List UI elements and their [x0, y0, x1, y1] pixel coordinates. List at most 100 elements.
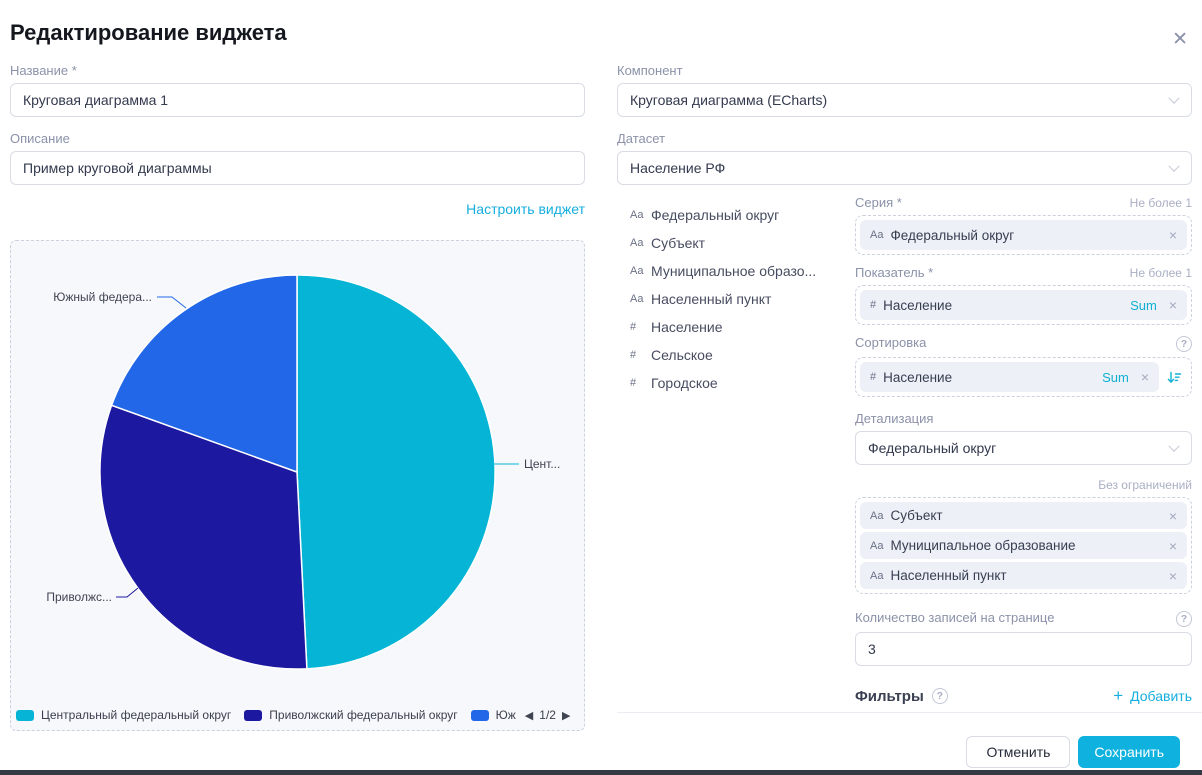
- detail-select[interactable]: Федеральный округ: [855, 431, 1192, 465]
- left-column: Название * Описание Настроить виджет Южн…: [10, 63, 585, 731]
- legend-swatch: [244, 710, 262, 721]
- remove-icon[interactable]: ×: [1169, 297, 1177, 313]
- remove-icon[interactable]: ×: [1141, 369, 1149, 385]
- detail-dropzone[interactable]: Aa Субъект × Aa Муниципальное образовани…: [855, 497, 1192, 594]
- field-type-icon: Aa: [630, 237, 651, 249]
- legend-item[interactable]: Приволжский федеральный округ: [244, 708, 457, 722]
- dialog-title: Редактирование виджета: [10, 20, 287, 46]
- pie-slice[interactable]: [297, 275, 495, 669]
- detail-chip[interactable]: Aa Муниципальное образование ×: [860, 532, 1187, 559]
- remove-icon[interactable]: ×: [1169, 568, 1177, 584]
- legend-next-icon[interactable]: ▶: [562, 709, 570, 722]
- field-item[interactable]: # Население: [630, 313, 855, 341]
- chip-label: Муниципальное образование: [890, 538, 1075, 553]
- legend-page-indicator: 1/2: [539, 708, 556, 722]
- field-type-icon: #: [870, 371, 876, 383]
- pie-chart: Южный федера... Цент... Приволжс...: [11, 241, 584, 730]
- callout-label-volga: Приволжс...: [46, 590, 112, 604]
- field-item[interactable]: # Городское: [630, 369, 855, 397]
- add-filter-button[interactable]: + Добавить: [1113, 686, 1192, 706]
- field-name: Населенный пункт: [651, 291, 771, 307]
- aggregation-tag[interactable]: Sum: [1130, 298, 1157, 313]
- chip-label: Население: [883, 298, 952, 313]
- callout-label-south: Южный федера...: [53, 290, 152, 304]
- legend-item[interactable]: Центральный федеральный округ: [16, 708, 231, 722]
- field-name: Муниципальное образо...: [651, 263, 816, 279]
- description-label: Описание: [10, 131, 585, 146]
- save-button[interactable]: Сохранить: [1078, 736, 1180, 768]
- sorting-dropzone[interactable]: # Население Sum ×: [855, 357, 1192, 397]
- aggregation-tag[interactable]: Sum: [1102, 370, 1129, 385]
- close-icon[interactable]: ✕: [1172, 30, 1188, 49]
- field-type-icon: Aa: [870, 540, 883, 552]
- field-item[interactable]: # Сельское: [630, 341, 855, 369]
- field-name: Сельское: [651, 347, 713, 363]
- dataset-value: Население РФ: [630, 160, 725, 176]
- sorting-label: Сортировка: [855, 335, 926, 350]
- bottom-edge-strip: [0, 770, 1202, 775]
- field-item[interactable]: Aa Субъект: [630, 229, 855, 257]
- field-type-icon: Aa: [630, 293, 651, 305]
- callout-label-central: Цент...: [524, 457, 560, 471]
- series-limit-hint: Не более 1: [1130, 196, 1192, 210]
- legend-swatch: [16, 710, 34, 721]
- callout-line-south: [157, 297, 186, 308]
- page-size-label: Количество записей на странице: [855, 610, 1054, 625]
- field-type-icon: #: [630, 377, 651, 389]
- legend-prev-icon[interactable]: ◀: [525, 709, 533, 722]
- help-icon[interactable]: ?: [932, 688, 948, 704]
- right-column: Компонент Круговая диаграмма (ECharts) Д…: [617, 63, 1192, 731]
- detail-chip[interactable]: Aa Субъект ×: [860, 502, 1187, 529]
- chip-label: Население: [883, 370, 952, 385]
- chart-legend: Центральный федеральный округ Приволжски…: [16, 708, 579, 722]
- sorting-chip[interactable]: # Население Sum ×: [860, 362, 1159, 392]
- chip-label: Федеральный округ: [890, 228, 1014, 243]
- field-name: Федеральный округ: [651, 207, 779, 223]
- detail-label: Детализация: [855, 411, 1192, 426]
- field-type-icon: Aa: [870, 570, 883, 582]
- help-icon[interactable]: ?: [1176, 336, 1192, 352]
- series-dropzone[interactable]: Aa Федеральный округ ×: [855, 215, 1192, 255]
- field-type-icon: Aa: [870, 510, 883, 522]
- field-type-icon: #: [870, 299, 876, 311]
- edit-widget-dialog: Редактирование виджета ✕ Название * Опис…: [0, 0, 1202, 775]
- component-select[interactable]: Круговая диаграмма (ECharts): [617, 83, 1192, 117]
- measure-chip[interactable]: # Население Sum ×: [860, 290, 1187, 320]
- field-type-icon: Aa: [870, 229, 883, 241]
- legend-item[interactable]: Юж: [471, 708, 516, 722]
- chip-label: Субъект: [890, 508, 942, 523]
- component-label: Компонент: [617, 63, 1192, 78]
- cancel-button[interactable]: Отменить: [966, 736, 1070, 768]
- footer-divider: [617, 712, 1202, 713]
- description-input[interactable]: [10, 151, 585, 185]
- detail-limit-hint: Без ограничений: [1098, 478, 1192, 492]
- configure-widget-link[interactable]: Настроить виджет: [466, 201, 585, 217]
- field-item[interactable]: Aa Населенный пункт: [630, 285, 855, 313]
- remove-icon[interactable]: ×: [1169, 508, 1177, 524]
- chevron-down-icon: [1168, 441, 1179, 452]
- detail-value: Федеральный округ: [868, 440, 996, 456]
- chip-label: Населенный пункт: [890, 568, 1006, 583]
- chevron-down-icon: [1168, 161, 1179, 172]
- dataset-select[interactable]: Население РФ: [617, 151, 1192, 185]
- legend-label: Приволжский федеральный округ: [269, 708, 457, 722]
- add-filter-label: Добавить: [1130, 688, 1192, 704]
- filters-label: Фильтры: [855, 688, 924, 705]
- series-chip[interactable]: Aa Федеральный округ ×: [860, 220, 1187, 250]
- measure-dropzone[interactable]: # Население Sum ×: [855, 285, 1192, 325]
- name-input[interactable]: [10, 83, 585, 117]
- field-type-icon: Aa: [630, 209, 651, 221]
- field-type-icon: #: [630, 349, 651, 361]
- field-type-icon: Aa: [630, 265, 651, 277]
- remove-icon[interactable]: ×: [1169, 227, 1177, 243]
- legend-label: Юж: [496, 708, 516, 722]
- field-item[interactable]: Aa Федеральный округ: [630, 201, 855, 229]
- detail-chip[interactable]: Aa Населенный пункт ×: [860, 562, 1187, 589]
- sort-direction-button[interactable]: [1161, 369, 1187, 386]
- field-name: Население: [651, 319, 723, 335]
- help-icon[interactable]: ?: [1176, 611, 1192, 627]
- remove-icon[interactable]: ×: [1169, 538, 1177, 554]
- field-item[interactable]: Aa Муниципальное образо...: [630, 257, 855, 285]
- page-size-input[interactable]: [855, 632, 1192, 666]
- sort-desc-icon: [1166, 369, 1183, 386]
